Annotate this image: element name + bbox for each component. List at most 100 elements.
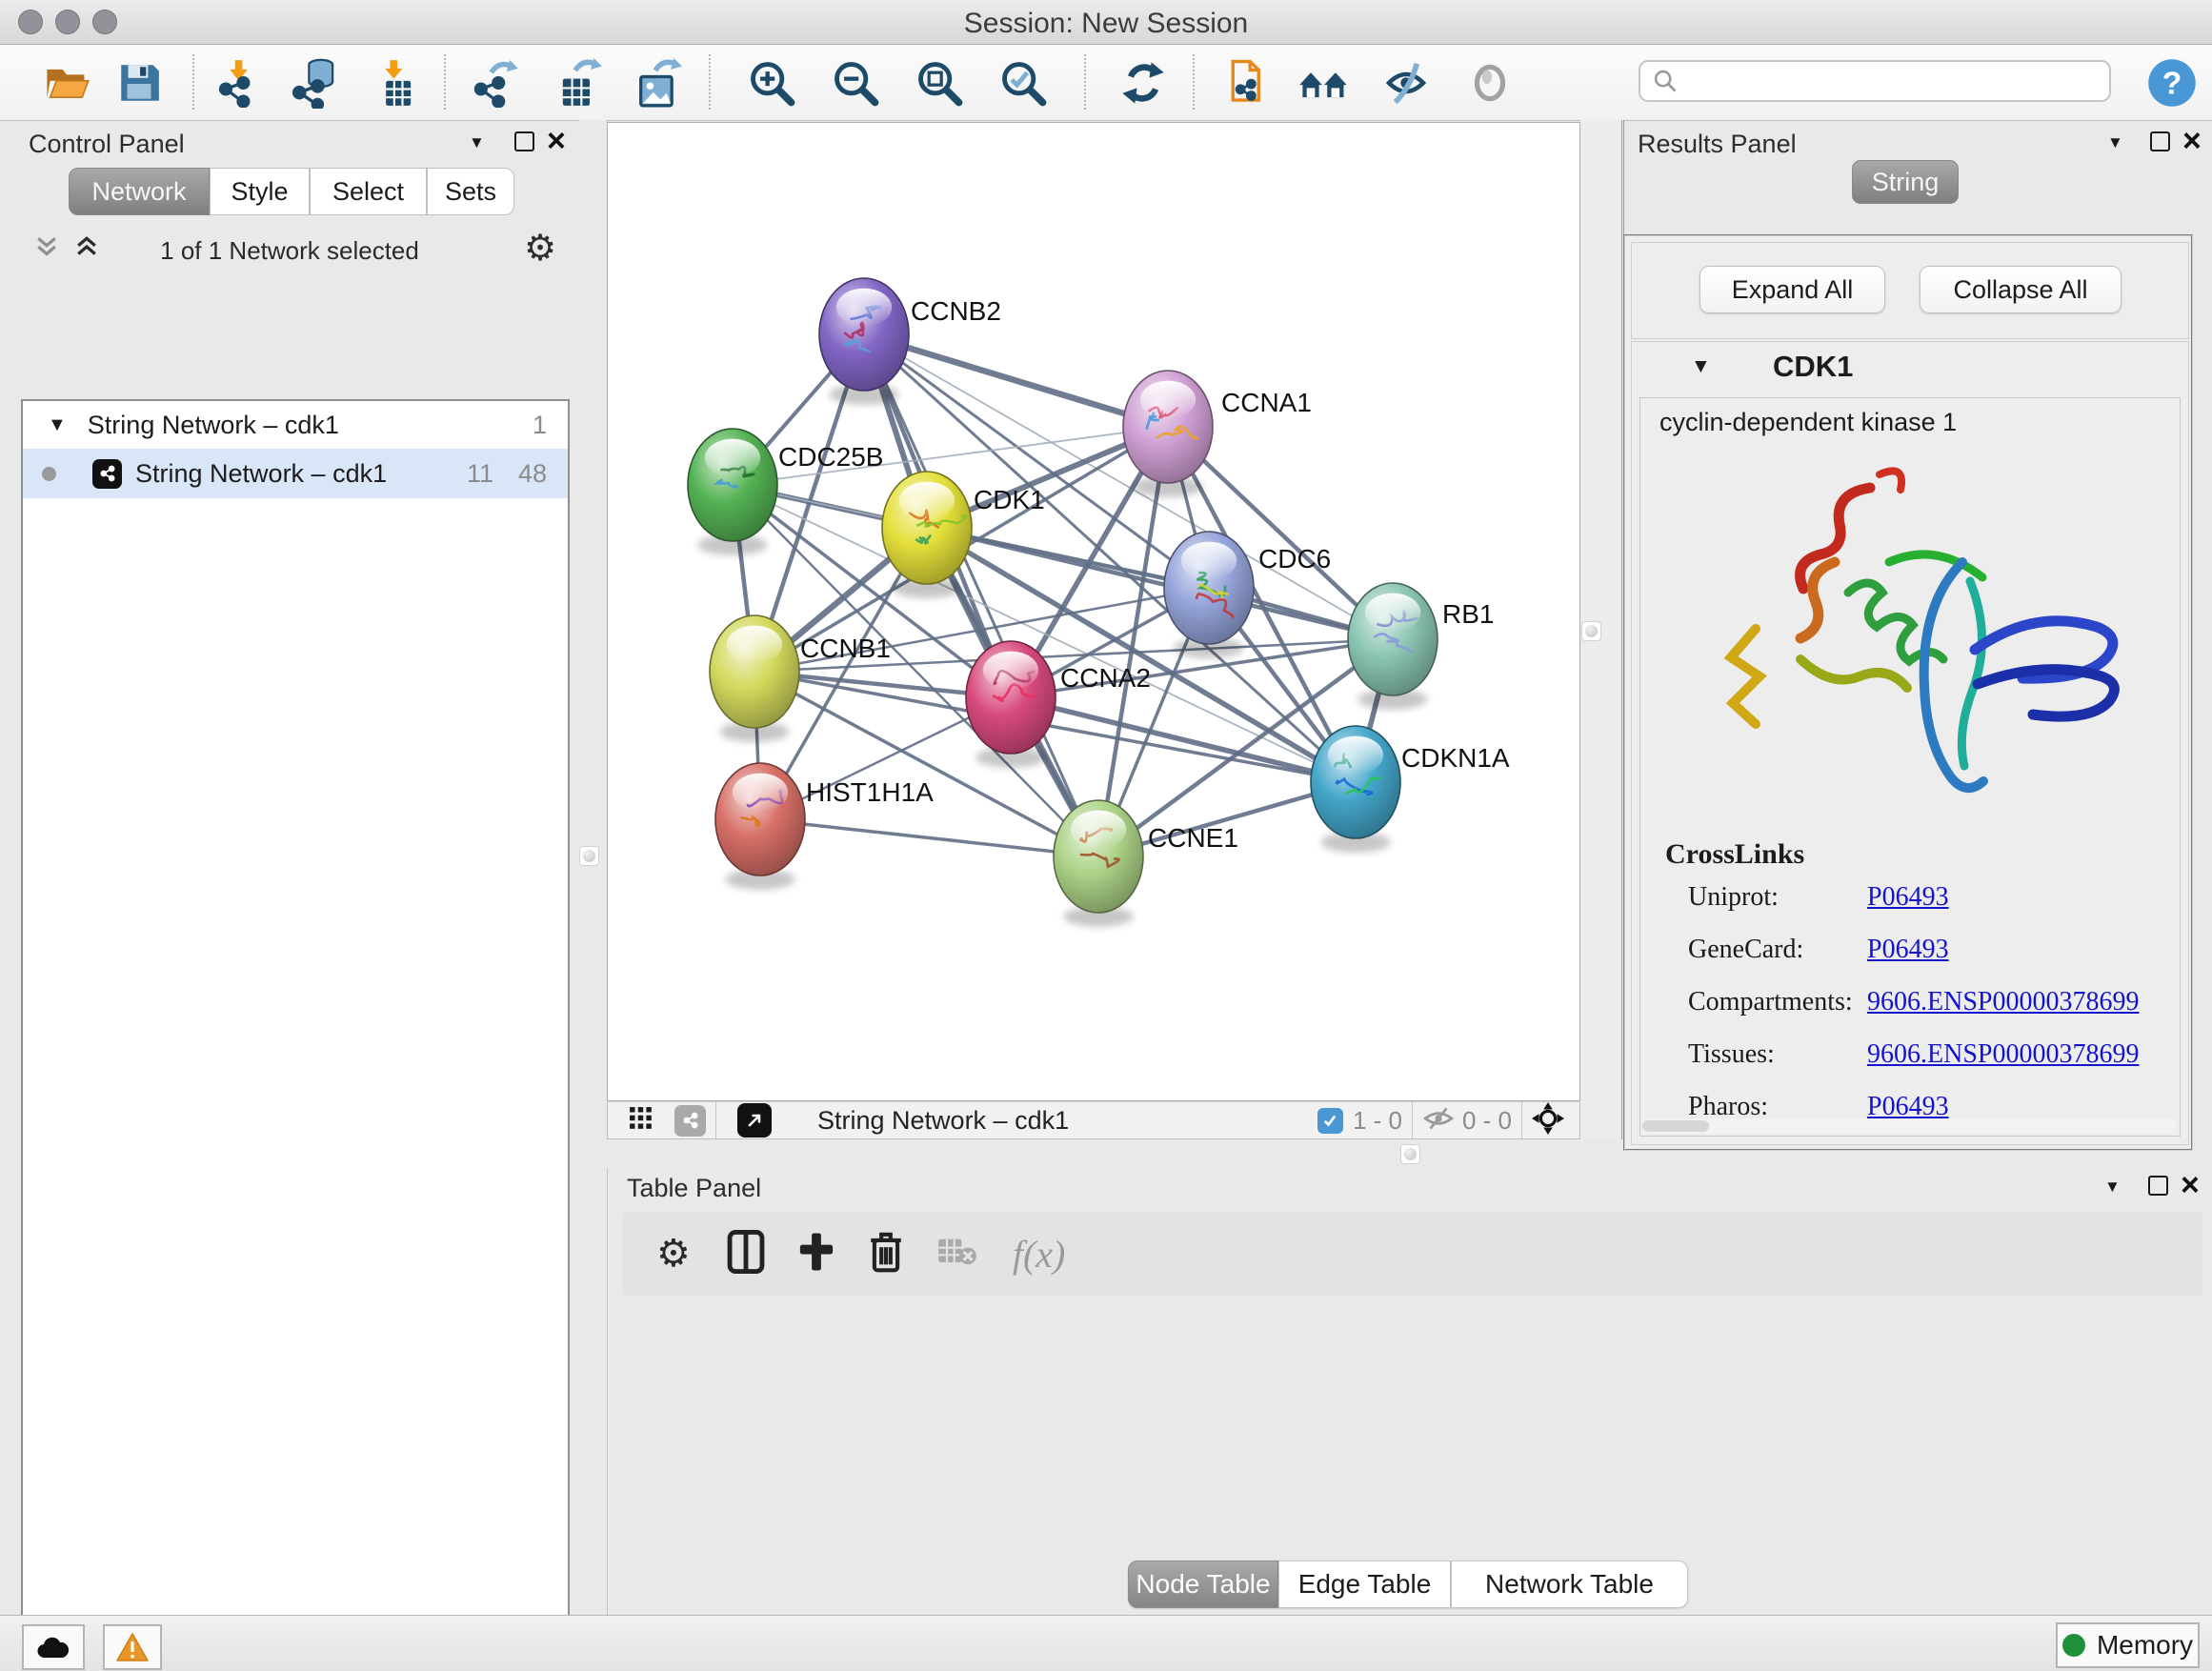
hidden-eye-icon[interactable] [1422,1104,1455,1137]
export-table-button[interactable] [551,56,604,110]
tab-sets[interactable]: Sets [427,168,514,215]
tab-network[interactable]: Network [69,168,210,215]
birds-eye-view-icon[interactable] [1532,1102,1564,1139]
create-column-icon[interactable] [797,1231,835,1278]
control-panel-close-icon[interactable]: × [547,131,566,151]
tab-style[interactable]: Style [210,168,310,215]
edge-CCNB2-CCNA1[interactable] [864,334,1168,427]
tab-edge-table[interactable]: Edge Table [1278,1560,1451,1608]
table-panel-close-icon[interactable]: × [2181,1176,2200,1195]
toolbar-separator [709,54,711,110]
zoom-selected-button[interactable] [996,56,1050,110]
node-label-HIST1H1A: HIST1H1A [806,777,934,807]
export-network-button[interactable] [469,56,522,110]
import-network-icon [213,58,263,108]
crosslink-value-link[interactable]: P06493 [1867,935,1949,965]
svg-text:?: ? [2162,65,2182,101]
search-input[interactable] [1679,66,2082,97]
expand-all-button[interactable]: Expand All [1699,266,1885,313]
table-panel-float-icon[interactable] [2148,1176,2168,1196]
table-panel-title: Table Panel [627,1174,761,1203]
node-CCNE1[interactable] [1054,800,1143,927]
network-canvas[interactable]: CCNB2CCNA1CDC25BCDK1CDC6RB1CCNB1CCNA2CDK… [607,122,1580,1101]
network-graph[interactable]: CCNB2CCNA1CDC25BCDK1CDC6RB1CCNB1CCNA2CDK… [608,123,1579,1100]
show-columns-icon[interactable] [727,1230,765,1278]
export-image-button[interactable] [631,56,684,110]
tree-expand-icon[interactable]: ▼ [48,414,67,436]
cloud-status-button[interactable] [22,1624,85,1670]
refresh-button[interactable] [1116,56,1170,110]
results-hscrollbar[interactable] [1642,1118,2176,1134]
grid-view-icon[interactable] [629,1106,654,1136]
node-CCNB2[interactable] [819,278,909,405]
toolbar-separator [444,54,446,110]
zoom-selected-icon [998,58,1048,108]
tab-string-results[interactable]: String [1852,160,1959,204]
string-clone-network-button[interactable] [1221,56,1275,110]
selected-checkbox-icon[interactable] [1317,1108,1343,1134]
toolbar-separator [1193,54,1195,110]
share-view-icon[interactable] [674,1105,706,1137]
table-options-gear-icon[interactable]: ⚙ [656,1232,691,1276]
import-table-button[interactable] [370,56,423,110]
results-panel-float-icon[interactable] [2150,131,2170,151]
control-panel-splitter[interactable] [579,120,608,1615]
results-actions-row: Expand All Collapse All [1631,242,2189,339]
results-panel-splitter-handle[interactable] [1581,621,1601,641]
collapse-all-button[interactable]: Collapse All [1920,266,2122,313]
node-label-CDC25B: CDC25B [778,442,883,472]
string-hide-glass-button[interactable] [1379,56,1433,110]
network-view-toolbar: String Network – cdk1 1 - 0 0 - 0 [607,1101,1580,1139]
tab-network-table[interactable]: Network Table [1451,1560,1688,1608]
network-tree: ▼ String Network – cdk1 1 String Network… [21,399,570,1671]
node-HIST1H1A[interactable] [715,763,805,890]
node-RB1[interactable] [1348,583,1438,710]
results-panel-splitter[interactable] [1580,120,1624,1167]
string-home-button[interactable] [1297,56,1351,110]
zoom-fit-button[interactable] [913,56,966,110]
table-panel-collapse-icon[interactable]: ▼ [2104,1178,2121,1197]
detach-view-icon[interactable] [737,1103,772,1137]
node-CDC6[interactable] [1164,532,1254,658]
gene-description: cyclin-dependent kinase 1 [1659,408,1957,437]
crosslink-label: GeneCard: [1688,935,1867,965]
node-CCNB1[interactable] [710,615,799,742]
edge-HIST1H1A-CCNE1[interactable] [760,819,1098,856]
crosslink-value-link[interactable]: 9606.ENSP00000378699 [1867,987,2139,1017]
results-panel-collapse-icon[interactable]: ▼ [2107,133,2123,152]
zoom-in-button[interactable] [745,56,798,110]
protein-structure-image [1684,448,2132,829]
control-panel-float-icon[interactable] [514,131,534,151]
network-panel-options-gear-icon[interactable]: ⚙ [524,227,556,269]
toolbar-separator [715,1102,716,1138]
warning-icon [116,1633,149,1661]
delete-column-trash-icon[interactable] [868,1230,904,1278]
export-network-icon [471,58,520,108]
string-results-box: Expand All Collapse All ▼ CDK1 cyclin-de… [1623,234,2193,1151]
memory-button[interactable]: Memory [2056,1622,2200,1668]
help-button[interactable]: ? [2145,56,2199,110]
network-row[interactable]: String Network – cdk1 11 48 [23,449,568,498]
control-panel-collapse-icon[interactable]: ▼ [469,133,485,152]
crosslink-value-link[interactable]: P06493 [1867,882,1949,913]
search-icon [1652,68,1679,94]
control-panel-splitter-handle[interactable] [579,846,599,866]
node-CDKN1A[interactable] [1311,726,1400,853]
node-CDC25B[interactable] [688,429,777,555]
table-panel-splitter-handle[interactable] [1400,1144,1420,1164]
zoom-in-icon [747,58,796,108]
open-session-button[interactable] [40,56,93,110]
tab-select[interactable]: Select [310,168,427,215]
crosslinks-title: CrossLinks [1665,838,1804,871]
tab-node-table[interactable]: Node Table [1128,1560,1278,1608]
results-panel-close-icon[interactable]: × [2182,131,2202,151]
warning-status-button[interactable] [103,1624,162,1670]
import-network-database-button[interactable] [288,56,341,110]
gene-symbol: CDK1 [1773,350,1853,384]
import-network-file-button[interactable] [211,56,265,110]
save-session-button[interactable] [112,56,166,110]
gene-collapse-icon[interactable]: ▼ [1691,355,1711,378]
crosslink-value-link[interactable]: 9606.ENSP00000378699 [1867,1039,2139,1070]
zoom-out-button[interactable] [829,56,882,110]
network-collection-row[interactable]: ▼ String Network – cdk1 1 [23,401,568,449]
